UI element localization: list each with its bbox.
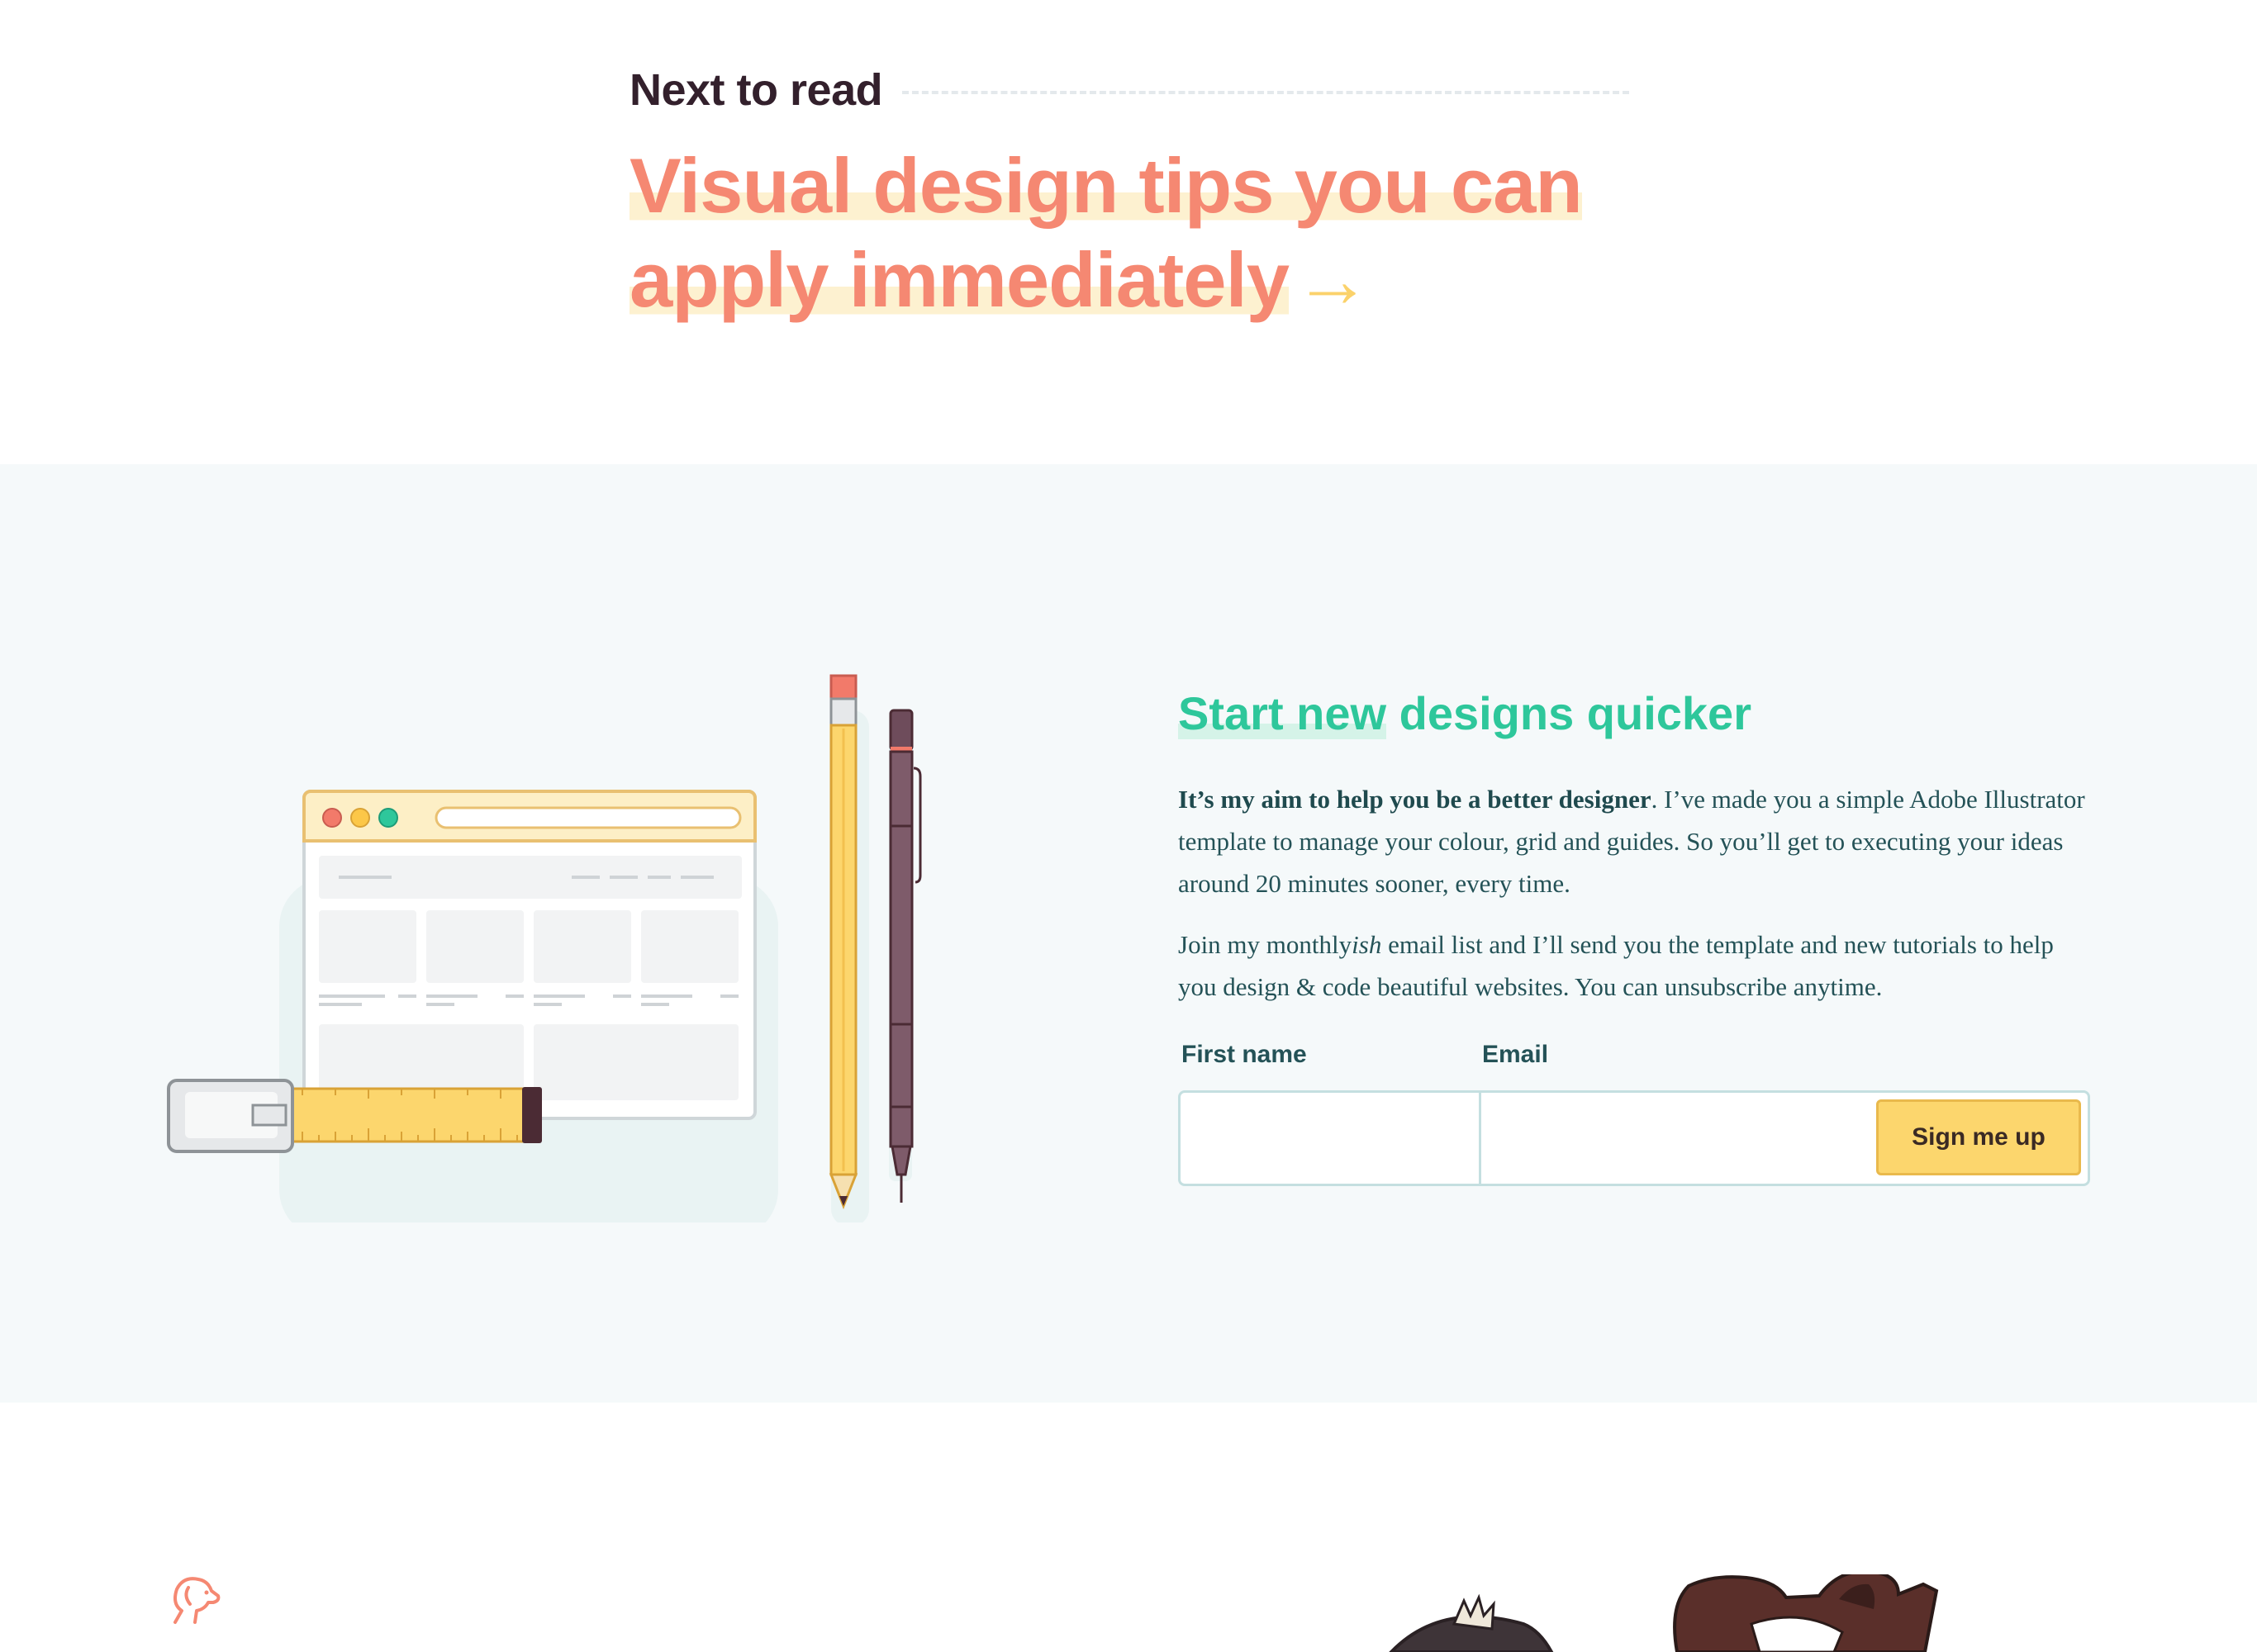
mechanical-pen-icon bbox=[889, 709, 922, 1203]
first-name-label: First name bbox=[1181, 1041, 1307, 1068]
newsletter-title-underlined: Start new bbox=[1178, 687, 1387, 739]
pencil-icon bbox=[829, 674, 869, 1222]
design-tools-illustration bbox=[167, 674, 922, 1222]
dog-illustration bbox=[1389, 1574, 1939, 1652]
join-text-before: Join my monthly bbox=[1178, 930, 1352, 959]
newsletter-intro: It’s my aim to help you be a better desi… bbox=[1178, 778, 2087, 904]
newsletter-join-text: Join my monthlyish email list and I’ll s… bbox=[1178, 923, 2087, 1008]
browser-window-icon bbox=[302, 790, 757, 1120]
signup-form: Sign me up bbox=[1178, 1090, 2090, 1186]
newsletter-title-rest: designs quicker bbox=[1386, 687, 1751, 739]
footer-section bbox=[0, 1403, 2257, 1652]
email-label: Email bbox=[1482, 1041, 1549, 1068]
dog-logo-icon[interactable] bbox=[164, 1573, 223, 1632]
next-article-link[interactable]: Visual design tips you can apply immedia… bbox=[630, 139, 1654, 327]
newsletter-title: Start new designs quicker bbox=[1178, 686, 1751, 742]
next-to-read-section: Next to read Visual design tips you can … bbox=[0, 0, 2257, 464]
next-article-title-line1: Visual design tips you can bbox=[630, 142, 1583, 229]
first-name-input[interactable] bbox=[1181, 1093, 1481, 1184]
next-article-title-line2: apply immediately bbox=[630, 236, 1290, 323]
dashed-divider bbox=[902, 91, 1629, 94]
email-input[interactable] bbox=[1484, 1093, 1872, 1184]
next-to-read-label: Next to read bbox=[630, 65, 883, 115]
join-text-italic: ish bbox=[1352, 930, 1382, 959]
sign-me-up-button[interactable]: Sign me up bbox=[1876, 1099, 2081, 1175]
arrow-right-icon: → bbox=[1293, 236, 1371, 323]
newsletter-intro-bold: It’s my aim to help you be a better desi… bbox=[1178, 785, 1651, 814]
next-to-read-header: Next to read bbox=[630, 64, 1629, 122]
